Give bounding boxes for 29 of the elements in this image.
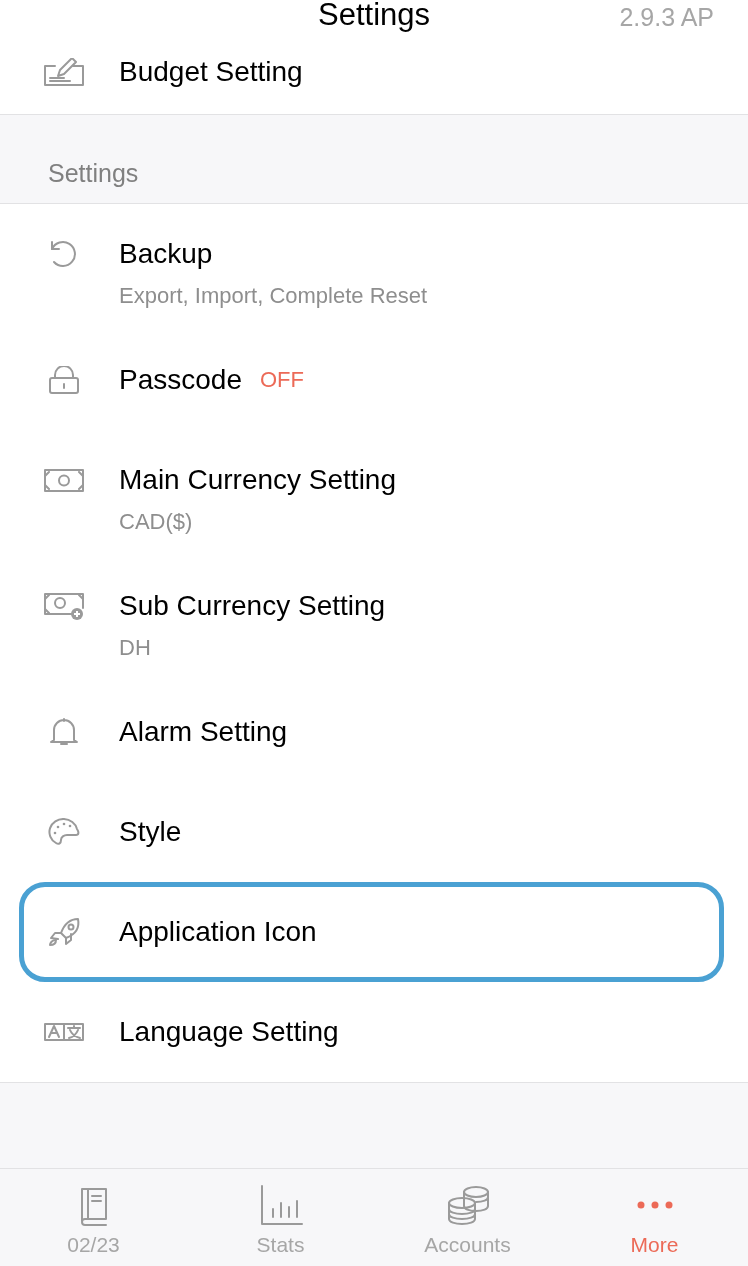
- banknote-plus-icon: [44, 592, 84, 620]
- settings-row[interactable]: Language Setting: [0, 982, 748, 1082]
- row-title: Application Icon: [119, 918, 317, 946]
- banknote-icon: [44, 466, 84, 494]
- row-subtitle: CAD($): [119, 508, 194, 536]
- budget-pencil-icon: [44, 58, 84, 86]
- row-title: Language Setting: [119, 1018, 339, 1046]
- row-title: Backup: [119, 240, 213, 268]
- status-label: OFF: [259, 366, 304, 394]
- settings-row[interactable]: Style: [0, 782, 748, 882]
- screen-title: Settings: [318, 0, 430, 30]
- settings-row[interactable]: Sub Currency Setting DH: [0, 556, 748, 682]
- coins-icon: [445, 1183, 490, 1227]
- settings-row[interactable]: Alarm Setting: [0, 682, 748, 782]
- row-title: Passcode: [119, 366, 242, 394]
- highlighted-row[interactable]: Application Icon: [19, 882, 724, 982]
- more-icon: [636, 1201, 673, 1209]
- settings-row[interactable]: Main Currency Setting CAD($): [0, 430, 748, 556]
- settings-row[interactable]: Passcode OFF: [0, 330, 748, 430]
- row-subtitle: Export, Import, Complete Reset: [119, 282, 428, 310]
- version-label: 2.9.3 AP: [619, 2, 714, 33]
- row-subtitle: DH: [119, 634, 152, 662]
- row-title: Sub Currency Setting: [119, 592, 386, 620]
- row-title: Alarm Setting: [119, 718, 288, 746]
- row-title: Budget Setting: [119, 58, 303, 86]
- row-title: Main Currency Setting: [119, 466, 396, 494]
- bar-chart-icon: [258, 1183, 303, 1227]
- row-title: Style: [119, 818, 182, 846]
- settings-row[interactable]: Backup Export, Import, Complete Reset: [0, 204, 748, 330]
